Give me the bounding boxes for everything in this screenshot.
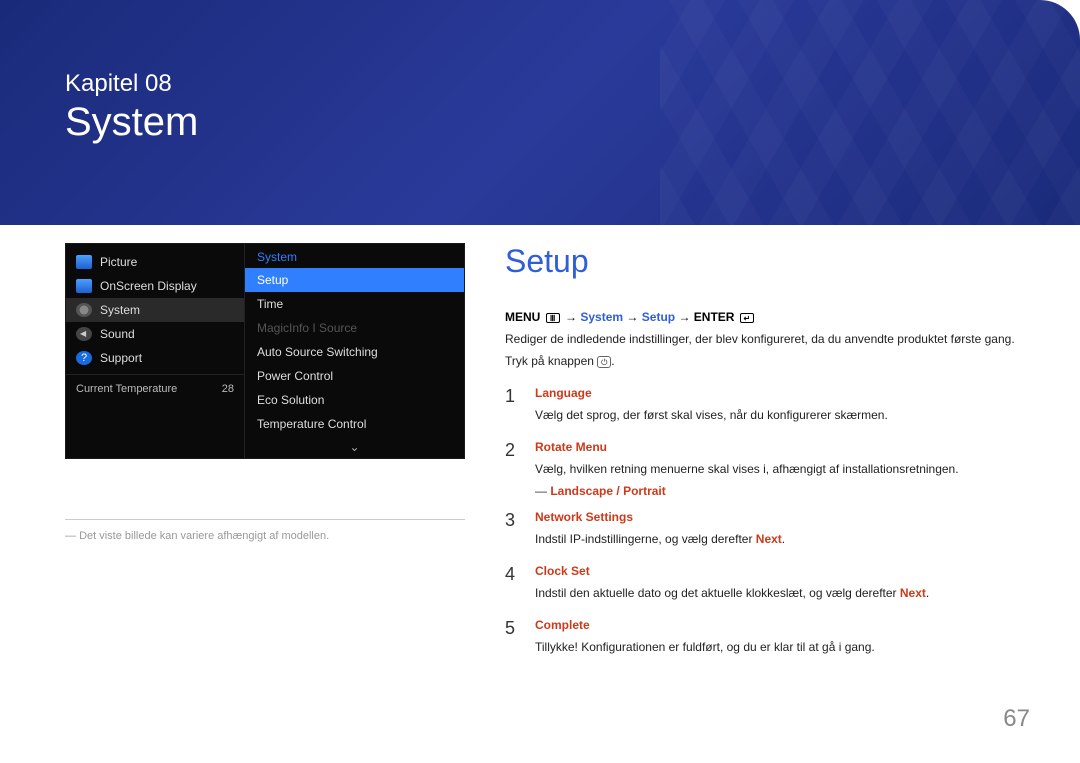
osd-panel-item: Eco Solution — [245, 388, 464, 412]
breadcrumb-menu: MENU — [505, 310, 540, 324]
step-number: 3 — [505, 510, 521, 552]
step-body: Tillykke! Konfigurationen er fuldført, o… — [535, 638, 1015, 656]
support-icon: ? — [76, 351, 92, 365]
osd-sidebar-item: ? Support — [66, 346, 244, 370]
footnote: Det viste billede kan variere afhængigt … — [65, 519, 465, 542]
osd-sidebar-label: Sound — [100, 327, 135, 341]
osd-sidebar-label: Picture — [100, 255, 137, 269]
osd-panel-item: Power Control — [245, 364, 464, 388]
step-body-red: Next — [900, 586, 926, 600]
step-body-suffix: . — [782, 532, 785, 546]
onscreen-display-icon — [76, 279, 92, 293]
power-button-icon: ⏻ — [597, 356, 611, 368]
steps-list: 1 Language Vælg det sprog, der først ska… — [505, 386, 1015, 660]
breadcrumb-arrow: → — [565, 310, 577, 324]
setup-description: Rediger de indledende indstillinger, der… — [505, 330, 1015, 348]
step-title: Network Settings — [535, 510, 1015, 524]
osd-panel-item-highlight: Setup — [245, 268, 464, 292]
step-number: 4 — [505, 564, 521, 606]
gear-icon — [76, 303, 92, 317]
osd-panel-item: Auto Source Switching — [245, 340, 464, 364]
step-number: 5 — [505, 618, 521, 660]
press-button-line: Tryk på knappen ⏻. — [505, 352, 1015, 370]
breadcrumb-setup: Setup — [642, 310, 675, 324]
step-item: 5 Complete Tillykke! Konfigurationen er … — [505, 618, 1015, 660]
osd-temperature-row: Current Temperature 28 — [66, 374, 244, 401]
chapter-title: System — [65, 100, 1015, 145]
step-body: Indstil IP-indstillingerne, og vælg dere… — [535, 530, 1015, 548]
breadcrumb-enter: ENTER — [694, 310, 735, 324]
osd-sidebar-item-active: System — [66, 298, 244, 322]
breadcrumb-arrow: → — [678, 310, 690, 324]
step-title: Clock Set — [535, 564, 1015, 578]
step-body: Vælg, hvilken retning menuerne skal vise… — [535, 460, 1015, 478]
menu-breadcrumb: MENU Ⅲ → System → Setup → ENTER ↵ — [505, 310, 1015, 324]
step-body: Vælg det sprog, der først skal vises, nå… — [535, 406, 1015, 424]
osd-sidebar-label: Support — [100, 351, 142, 365]
osd-sidebar-label: System — [100, 303, 140, 317]
press-suffix: . — [611, 354, 614, 368]
section-heading: Setup — [505, 243, 1015, 280]
sub-dash: ― — [535, 484, 550, 498]
picture-icon — [76, 255, 92, 269]
osd-panel-item: Temperature Control — [245, 412, 464, 436]
osd-panel-item: Time — [245, 292, 464, 316]
osd-temp-value: 28 — [222, 383, 234, 395]
step-body-red: Next — [756, 532, 782, 546]
step-title: Language — [535, 386, 1015, 400]
osd-panel-title: System — [245, 244, 464, 268]
menu-button-icon: Ⅲ — [546, 313, 560, 323]
page-number: 67 — [1003, 705, 1030, 733]
sub-option-b: Portrait — [623, 484, 666, 498]
step-body-suffix: . — [926, 586, 929, 600]
osd-sidebar-item: Sound — [66, 322, 244, 346]
sound-icon — [76, 327, 92, 341]
step-number: 1 — [505, 386, 521, 428]
step-item: 3 Network Settings Indstil IP-indstillin… — [505, 510, 1015, 552]
sub-option-sep: / — [613, 484, 623, 498]
enter-button-icon: ↵ — [740, 313, 754, 323]
breadcrumb-system: System — [580, 310, 623, 324]
osd-sidebar-item: OnScreen Display — [66, 274, 244, 298]
step-title: Rotate Menu — [535, 440, 1015, 454]
osd-panel-item-disabled: MagicInfo I Source — [245, 316, 464, 340]
chapter-header: Kapitel 08 System — [0, 0, 1080, 225]
step-item: 1 Language Vælg det sprog, der først ska… — [505, 386, 1015, 428]
osd-sidebar: Picture OnScreen Display System Sound — [66, 244, 244, 458]
sub-option-a: Landscape — [550, 484, 613, 498]
step-title: Complete — [535, 618, 1015, 632]
chapter-label: Kapitel 08 — [65, 70, 1015, 98]
step-number: 2 — [505, 440, 521, 498]
osd-sidebar-item: Picture — [66, 250, 244, 274]
step-item: 4 Clock Set Indstil den aktuelle dato og… — [505, 564, 1015, 606]
osd-panel-more-icon: ⌄ — [245, 436, 464, 458]
osd-panel: System Setup Time MagicInfo I Source Aut… — [244, 244, 464, 458]
step-body-prefix: Indstil IP-indstillingerne, og vælg dere… — [535, 532, 756, 546]
breadcrumb-arrow: → — [626, 310, 638, 324]
osd-screenshot: Picture OnScreen Display System Sound — [65, 243, 465, 459]
osd-temp-label: Current Temperature — [76, 383, 177, 395]
step-body-prefix: Indstil den aktuelle dato og det aktuell… — [535, 586, 900, 600]
step-item: 2 Rotate Menu Vælg, hvilken retning menu… — [505, 440, 1015, 498]
press-prefix: Tryk på knappen — [505, 354, 597, 368]
osd-sidebar-label: OnScreen Display — [100, 279, 197, 293]
step-sub-option: ― Landscape / Portrait — [535, 484, 1015, 498]
step-body: Indstil den aktuelle dato og det aktuell… — [535, 584, 1015, 602]
